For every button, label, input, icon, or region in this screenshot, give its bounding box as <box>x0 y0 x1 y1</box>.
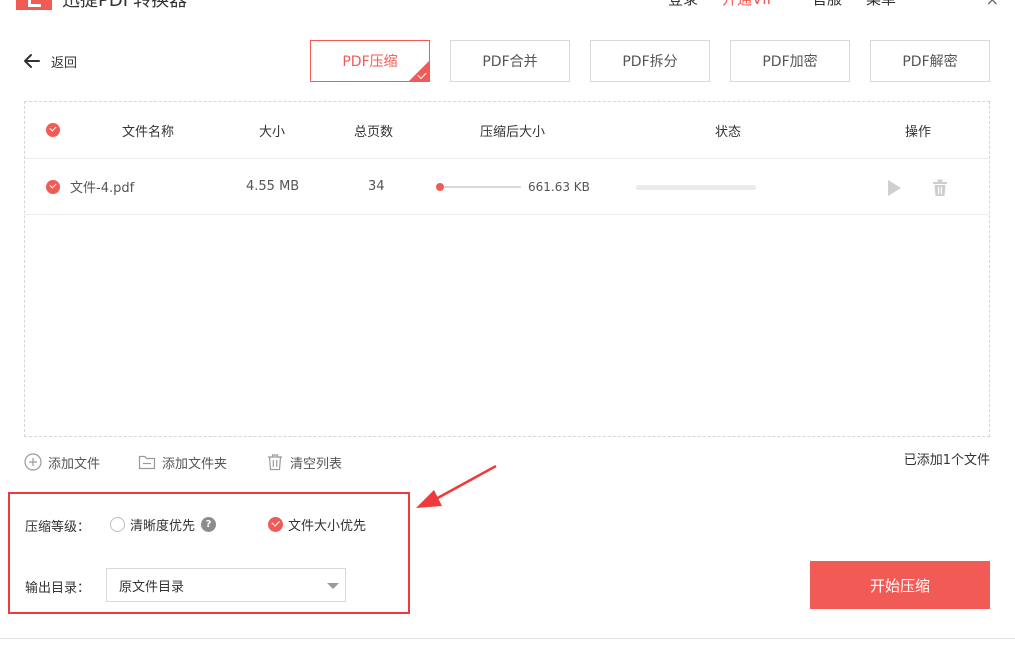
close-icon[interactable]: × <box>986 0 999 9</box>
start-compress-button[interactable]: 开始压缩 <box>810 561 990 609</box>
header-status: 状态 <box>715 124 742 140</box>
add-file-label: 添加文件 <box>48 456 101 472</box>
tab-label: PDF合并 <box>482 54 538 70</box>
header-size: 大小 <box>259 124 286 140</box>
official-link[interactable]: 官服 <box>812 0 842 9</box>
clear-list-button[interactable]: 清空列表 <box>266 452 342 472</box>
output-dir-select[interactable]: 原文件目录 <box>106 568 346 602</box>
radio-clarity-priority[interactable]: 清晰度优先 ? <box>110 515 217 534</box>
tab-label: PDF拆分 <box>622 54 678 70</box>
menu-link[interactable]: 菜单 <box>866 0 896 9</box>
back-button[interactable]: 返回 <box>22 50 77 72</box>
tab-label: PDF解密 <box>902 54 958 70</box>
back-label: 返回 <box>51 55 78 71</box>
arrow-left-icon <box>22 51 42 71</box>
title-bar: 迅捷PDF转换器 登录 开通VIP 官服 菜单 × <box>0 0 1015 10</box>
file-list-panel: 文件名称 大小 总页数 压缩后大小 状态 操作 文件-4.pdf 4.55 MB… <box>24 101 990 437</box>
folder-icon <box>138 455 156 470</box>
trash-icon[interactable] <box>932 179 948 197</box>
check-circle-icon <box>46 179 60 194</box>
row-checkbox[interactable] <box>46 159 60 214</box>
plus-circle-icon <box>24 453 42 471</box>
page-count: 34 <box>368 179 385 194</box>
header-compressed-size: 压缩后大小 <box>480 124 546 140</box>
table-row: 文件-4.pdf 4.55 MB 34 661.63 KB <box>25 159 989 215</box>
file-count-text: 已添加1个文件 <box>903 453 990 468</box>
add-file-button[interactable]: 添加文件 <box>24 452 100 472</box>
select-all-checkbox[interactable] <box>46 102 60 158</box>
tab-label: PDF加密 <box>762 54 818 70</box>
file-size: 4.55 MB <box>246 179 300 194</box>
radio-unchecked-icon <box>110 516 125 532</box>
clear-list-label: 清空列表 <box>290 456 343 472</box>
output-dir-label: 输出目录： <box>25 581 91 596</box>
chevron-down-icon <box>327 583 339 589</box>
compression-level-label: 压缩等级： <box>25 520 91 535</box>
play-icon[interactable] <box>886 179 902 197</box>
header-file-name: 文件名称 <box>122 124 175 140</box>
app-title: 迅捷PDF转换器 <box>62 0 187 10</box>
vip-link[interactable]: 开通VIP <box>722 0 776 9</box>
radio-size-priority[interactable]: 文件大小优先 <box>268 515 367 534</box>
tab-pdf-split[interactable]: PDF拆分 <box>590 40 710 82</box>
radio-label: 文件大小优先 <box>288 518 367 534</box>
header-pages: 总页数 <box>354 124 394 140</box>
file-name: 文件-4.pdf <box>70 181 135 196</box>
radio-label: 清晰度优先 <box>130 518 196 534</box>
tab-pdf-decrypt[interactable]: PDF解密 <box>870 40 990 82</box>
status-progress-bar <box>636 185 756 190</box>
add-folder-label: 添加文件夹 <box>162 456 228 472</box>
compression-slider-track[interactable] <box>439 186 521 188</box>
tab-pdf-encrypt[interactable]: PDF加密 <box>730 40 850 82</box>
tab-pdf-merge[interactable]: PDF合并 <box>450 40 570 82</box>
check-circle-icon <box>46 123 60 137</box>
login-link[interactable]: 登录 <box>668 0 698 9</box>
compressed-size: 661.63 KB <box>528 179 590 194</box>
footer-divider <box>0 638 1015 639</box>
output-dir-value: 原文件目录 <box>119 579 185 595</box>
tab-label: PDF压缩 <box>342 54 398 70</box>
add-folder-button[interactable]: 添加文件夹 <box>138 452 227 472</box>
radio-checked-icon <box>268 516 283 532</box>
annotation-arrow-icon <box>416 464 497 508</box>
tab-pdf-compress[interactable]: PDF压缩 <box>310 40 430 82</box>
help-icon[interactable]: ? <box>201 516 217 532</box>
table-header: 文件名称 大小 总页数 压缩后大小 状态 操作 <box>25 102 989 159</box>
app-logo-icon <box>16 0 52 10</box>
trash-outline-icon <box>268 454 282 471</box>
header-actions: 操作 <box>905 124 932 140</box>
compression-slider-handle[interactable] <box>436 183 444 191</box>
